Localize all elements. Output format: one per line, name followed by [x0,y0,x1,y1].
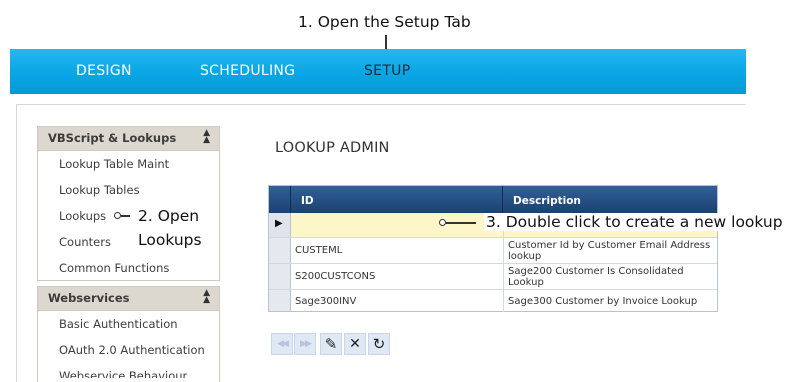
sidebar-item-lookups[interactable]: Lookups [59,209,106,223]
annotation-step-3-line [446,222,476,224]
sidebar-item-counters[interactable]: Counters [59,235,111,249]
top-nav-bar: DESIGN SCHEDULING SETUP [10,49,746,94]
content-frame-top [16,104,746,105]
grid-header-id[interactable]: ID [291,186,503,213]
column-divider [503,238,504,264]
sidebar-panel-webservices: Webservices ▲ ▲ Basic Authentication OAut… [37,286,220,382]
edit-glyph: ✎ [324,335,338,353]
row-selector[interactable] [269,264,291,289]
first-page-icon[interactable]: ◀◀ [271,333,293,355]
sidebar-item-lookup-tables[interactable]: Lookup Tables [59,183,140,197]
cell-description: Sage300 Customer by Invoice Lookup [508,296,698,307]
column-label: ID [301,195,314,207]
sidebar-item-webservice-behaviour[interactable]: Webservice Behaviour [59,369,187,378]
annotation-step-2-line2: Lookups [138,231,202,249]
delete-x-icon[interactable]: ✕ [344,333,366,355]
annotation-step-2-line1: 2. Open [138,207,200,225]
annotation-step-2-dot [114,212,121,219]
content-frame-left [16,104,17,382]
grid-header-selector [269,186,291,213]
annotation-step-3-dot [439,219,446,226]
tab-design[interactable]: DESIGN [76,63,132,79]
sidebar-item-oauth-authentication[interactable]: OAuth 2.0 Authentication [59,343,205,357]
next-page-glyph: ▶▶ [300,339,312,349]
annotation-step-3: 3. Double click to create a new lookup [484,213,785,231]
cell-description: Sage200 Customer Is Consolidated Lookup [508,266,684,288]
panel-header[interactable]: Webservices ▲ ▲ [38,287,219,311]
panel-title: VBScript & Lookups [48,131,177,145]
lookup-grid: ID Description ▶ CUSTEML Customer Id by … [268,185,718,312]
double-chevron-up-icon[interactable]: ▲ ▲ [203,129,210,145]
tab-setup[interactable]: SETUP [364,63,410,79]
column-label: Description [513,195,581,207]
cell-description: Customer Id by Customer Email Address lo… [508,240,711,262]
refresh-icon[interactable]: ↻ [368,333,390,355]
row-selector[interactable] [269,238,291,263]
tab-scheduling[interactable]: SCHEDULING [200,63,295,79]
cell-id: CUSTEML [295,245,343,256]
annotation-step-1: 1. Open the Setup Tab [298,13,471,31]
annotation-step-2-line [121,215,130,217]
panel-header[interactable]: VBScript & Lookups ▲ ▲ [38,127,219,151]
sidebar-panel-vbscript-lookups: VBScript & Lookups ▲ ▲ Lookup Table Maint… [37,126,220,281]
row-selector[interactable] [269,290,291,311]
table-row[interactable]: S200CUSTCONS Sage200 Customer Is Consoli… [269,263,717,290]
current-row-arrow-icon: ▶ [275,218,283,229]
delete-glyph: ✕ [349,336,361,352]
first-page-glyph: ◀◀ [277,339,289,349]
table-row[interactable]: CUSTEML Customer Id by Customer Email Ad… [269,237,717,264]
panel-title: Webservices [48,291,130,305]
column-divider [503,264,504,290]
next-page-icon[interactable]: ▶▶ [294,333,316,355]
sidebar-item-basic-authentication[interactable]: Basic Authentication [59,317,178,331]
refresh-glyph: ↻ [372,335,386,353]
grid-header-description[interactable]: Description [503,186,717,213]
page-title: LOOKUP ADMIN [275,140,390,156]
row-selector[interactable]: ▶ [269,213,291,237]
column-divider [503,290,504,312]
edit-pencil-icon[interactable]: ✎ [320,333,342,355]
double-chevron-up-icon[interactable]: ▲ ▲ [203,289,210,305]
cell-id: Sage300INV [295,296,357,307]
sidebar-item-lookup-table-maint[interactable]: Lookup Table Maint [59,157,169,171]
table-row[interactable]: Sage300INV Sage300 Customer by Invoice L… [269,289,717,312]
sidebar-item-common-functions[interactable]: Common Functions [59,261,169,275]
cell-id: S200CUSTCONS [295,271,376,282]
